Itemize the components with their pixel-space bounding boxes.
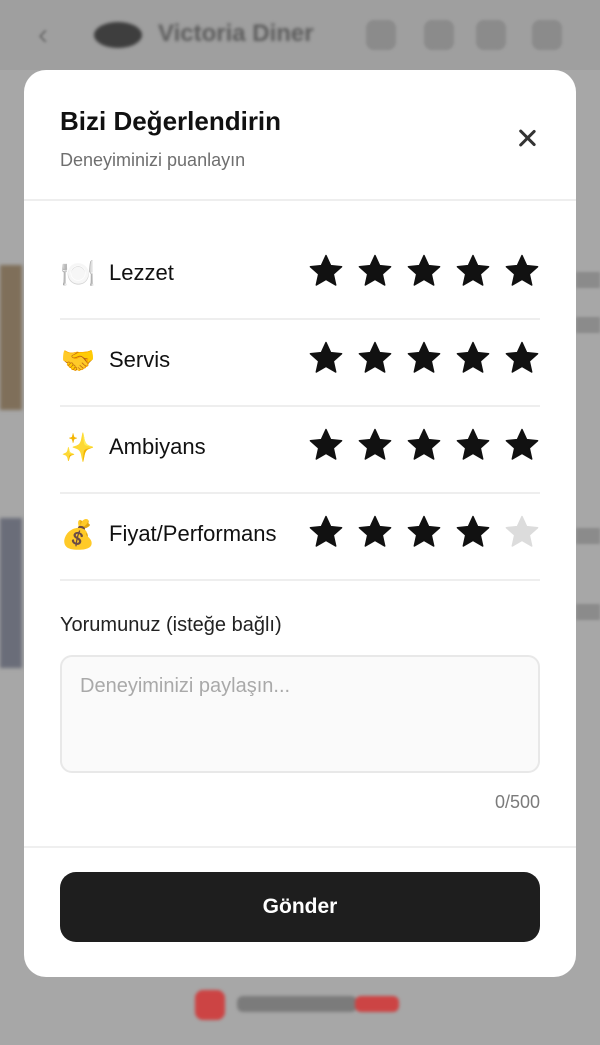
background-text [576,604,600,620]
rating-label: Fiyat/Performans [109,521,277,546]
rating-row-value: 💰 Fiyat/Performans [60,494,540,581]
background-text [576,528,600,544]
close-icon[interactable] [516,127,538,149]
star-rating [308,514,540,550]
back-icon: ‹ [38,18,48,51]
star-filled-icon[interactable] [308,253,344,289]
submit-button[interactable]: Gönder [60,872,540,942]
star-empty-icon[interactable] [504,514,540,550]
modal-subtitle: Deneyiminizi puanlayın [60,150,246,170]
rating-label: Servis [109,347,171,372]
rating-row-service: 🤝 Servis [60,320,540,407]
star-filled-icon[interactable] [406,514,442,550]
menu-icon [532,20,562,50]
star-filled-icon[interactable] [455,427,491,463]
star-filled-icon[interactable] [308,340,344,376]
star-filled-icon[interactable] [406,340,442,376]
star-filled-icon[interactable] [504,253,540,289]
star-filled-icon[interactable] [308,514,344,550]
plate-icon: 🍽️ [60,257,96,290]
search-icon [366,20,396,50]
background-card [0,265,22,410]
modal-header: Bizi Değerlendirin Deneyiminizi puanlayı… [24,70,576,201]
star-rating [308,427,540,463]
background-app-title: Victoria Diner [158,20,314,47]
background-card [0,518,22,668]
star-filled-icon[interactable] [406,253,442,289]
star-filled-icon[interactable] [308,427,344,463]
rating-modal: Bizi Değerlendirin Deneyiminizi puanlayı… [24,70,576,977]
rating-row-taste: 🍽️ Lezzet [60,233,540,320]
rating-list: 🍽️ Lezzet 🤝 Servis ✨ Ambiyans 💰 Fiyat/Pe… [60,233,540,581]
comment-input[interactable] [62,657,538,771]
star-filled-icon[interactable] [357,253,393,289]
background-footer [195,986,410,1024]
rating-label: Ambiyans [109,434,206,459]
star-filled-icon[interactable] [357,340,393,376]
background-text [576,317,600,333]
character-counter: 0/500 [494,792,540,812]
star-filled-icon[interactable] [455,514,491,550]
share-icon [424,20,454,50]
star-filled-icon[interactable] [357,427,393,463]
comment-label: Yorumunuz (isteğe bağlı) [60,614,282,636]
background-header: ‹ Victoria Diner [0,0,600,70]
star-filled-icon[interactable] [455,340,491,376]
rating-row-ambiance: ✨ Ambiyans [60,407,540,494]
sparkles-icon: ✨ [60,431,96,464]
footer-divider [24,846,576,848]
modal-title: Bizi Değerlendirin [60,106,282,136]
star-rating [308,253,540,289]
star-filled-icon[interactable] [357,514,393,550]
rating-label: Lezzet [109,260,174,285]
star-filled-icon[interactable] [455,253,491,289]
favorite-icon [476,20,506,50]
star-filled-icon[interactable] [504,427,540,463]
star-filled-icon[interactable] [406,427,442,463]
star-rating [308,340,540,376]
handshake-icon: 🤝 [60,344,96,377]
comment-box [60,655,540,773]
money-bag-icon: 💰 [60,518,96,551]
star-filled-icon[interactable] [504,340,540,376]
restaurant-logo [94,22,142,48]
background-text [576,272,600,288]
